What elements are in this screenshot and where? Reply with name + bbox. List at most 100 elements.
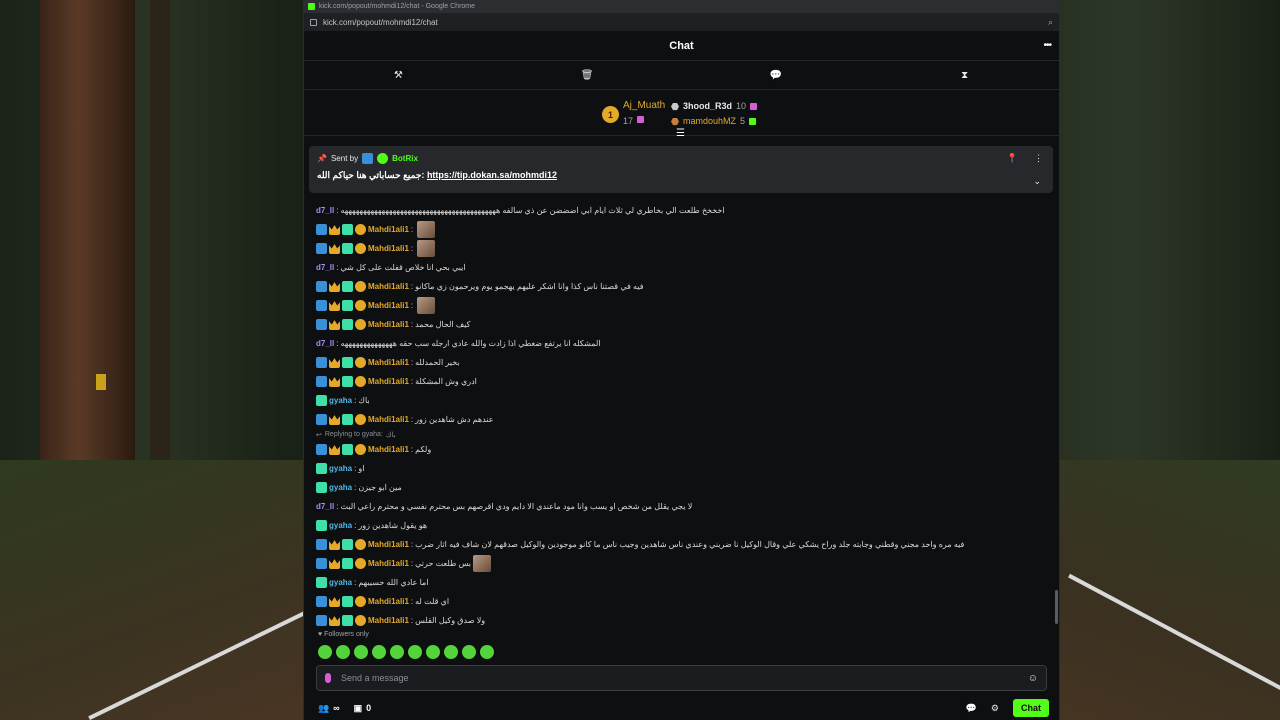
chat-message[interactable]: Mahdi1ali1: فيه مره واحد مجني وقطني وجابت… xyxy=(316,535,1051,554)
message-username[interactable]: gyaha xyxy=(329,483,352,492)
message-username[interactable]: gyaha xyxy=(329,578,352,587)
message-username[interactable]: d7_ll xyxy=(316,502,334,511)
message-input[interactable]: Send a message ☺ xyxy=(316,665,1047,691)
pinned-link[interactable]: https://tip.dokan.sa/mohmdi12 xyxy=(427,170,557,180)
message-username[interactable]: Mahdi1ali1 xyxy=(368,282,409,291)
expand-leaderboard-icon[interactable]: ☰ xyxy=(676,128,685,139)
leaderboard-second-name: 3hood_R3d xyxy=(683,101,733,111)
message-username[interactable]: Mahdi1ali1 xyxy=(368,301,409,310)
chevron-down-icon[interactable]: ⌄ xyxy=(1033,176,1041,187)
emote-icon[interactable] xyxy=(318,645,332,659)
chat-bubble-icon[interactable]: 💬 xyxy=(966,703,977,714)
url-text[interactable]: kick.com/popout/mohmdi12/chat xyxy=(323,18,438,27)
og-badge-icon xyxy=(316,395,327,406)
leaderboard-second[interactable]: 3hood_R3d 10 xyxy=(671,99,758,114)
message-username[interactable]: Mahdi1ali1 xyxy=(368,559,409,568)
more-options-icon[interactable]: ••• xyxy=(1043,40,1051,51)
message-username[interactable]: gyaha xyxy=(329,396,352,405)
message-username[interactable]: d7_ll xyxy=(316,339,334,348)
chat-message[interactable]: Mahdi1ali1: ادري وش المشكلة xyxy=(316,372,1051,391)
message-username[interactable]: Mahdi1ali1 xyxy=(368,445,409,454)
zoom-icon[interactable]: ⌕ xyxy=(1048,17,1053,28)
chat-message[interactable]: gyaha: اما عادي الله حسيبهم xyxy=(316,573,1051,592)
chat-message[interactable]: d7_ll: اخخخخ طلعت الي بخاطري لي ثلاث ايام… xyxy=(316,201,1051,220)
chat-message[interactable]: Mahdi1ali1: بس طلعت حرتي xyxy=(316,554,1051,573)
address-bar[interactable]: kick.com/popout/mohmdi12/chat ⌕ xyxy=(304,13,1059,31)
pin-icon: 📌 xyxy=(317,154,327,163)
message-username[interactable]: gyaha xyxy=(329,521,352,530)
message-username[interactable]: Mahdi1ali1 xyxy=(368,540,409,549)
send-chat-button[interactable]: Chat xyxy=(1013,699,1049,717)
chat-message[interactable]: gyaha: هو يقول شاهدين زور xyxy=(316,516,1051,535)
chat-message[interactable]: gyaha: مين ابو جيزن xyxy=(316,478,1051,497)
chat-message[interactable]: Mahdi1ali1: فيه في قصتنا ناس كذا وانا اشك… xyxy=(316,277,1051,296)
chat-messages: d7_ll: اخخخخ طلعت الي بخاطري لي ثلاث ايام… xyxy=(316,201,1051,630)
leaderboard-third[interactable]: mamdouhMZ 5 xyxy=(671,114,757,129)
message-text: فيه في قصتنا ناس كذا وانا اشكر عليهم يهج… xyxy=(415,282,644,291)
emote-icon[interactable] xyxy=(354,645,368,659)
chat-message[interactable]: Mahdi1ali1: بخير الحمدلله xyxy=(316,353,1051,372)
gear-icon[interactable]: ⚙ xyxy=(991,703,999,714)
kick-favicon-icon xyxy=(308,3,315,10)
colon: : xyxy=(410,358,414,367)
sub-badge-icon xyxy=(355,319,366,330)
emote-icon[interactable] xyxy=(336,645,350,659)
emote-icon[interactable] xyxy=(372,645,386,659)
og-badge-icon xyxy=(342,615,353,626)
chat-message[interactable]: d7_ll: لا يجي يقلل من شخص او يسب وانا مود… xyxy=(316,497,1051,516)
ban-hammer-button[interactable]: ⚒ xyxy=(304,70,493,81)
sent-by-label: Sent by xyxy=(330,154,359,163)
clear-chat-button[interactable]: 🗑 xyxy=(493,70,682,81)
chat-message[interactable]: gyaha: او xyxy=(316,459,1051,478)
store-count[interactable]: ▣ 0 xyxy=(354,703,372,714)
message-username[interactable]: Mahdi1ali1 xyxy=(368,320,409,329)
chat-message[interactable]: d7_ll: ايبي بحي انا خلاص قفلت على كل شي xyxy=(316,258,1051,277)
window-titlebar[interactable]: kick.com/popout/mohmdi12/chat - Google C… xyxy=(304,0,1059,13)
slow-mode-button[interactable]: ⧗ xyxy=(870,70,1059,81)
chat-message[interactable]: gyaha: باك xyxy=(316,391,1051,410)
message-username[interactable]: d7_ll xyxy=(316,206,334,215)
chat-message[interactable]: Mahdi1ali1: كيف الحال محمد xyxy=(316,315,1051,334)
emote-icon[interactable] xyxy=(444,645,458,659)
chat-scrollbar[interactable] xyxy=(1055,590,1058,624)
message-username[interactable]: Mahdi1ali1 xyxy=(368,597,409,606)
site-info-icon[interactable] xyxy=(310,18,317,26)
emoji-picker-icon[interactable]: ☺ xyxy=(1028,673,1038,684)
pinned-more-icon[interactable]: ⋮ xyxy=(1034,153,1043,164)
window-title: kick.com/popout/mohmdi12/chat - Google C… xyxy=(319,3,476,10)
message-username[interactable]: Mahdi1ali1 xyxy=(368,225,409,234)
sub-gift-icon xyxy=(750,103,758,110)
message-username[interactable]: gyaha xyxy=(329,464,352,473)
chat-mode-button[interactable]: 💬 xyxy=(682,70,871,81)
chat-message[interactable]: d7_ll: المشكله انا يرتفع ضغطي اذا زادت وا… xyxy=(316,334,1051,353)
emote-icon[interactable] xyxy=(426,645,440,659)
chat-message[interactable]: Mahdi1ali1: عندهم دش شاهدين زور xyxy=(316,410,1051,429)
emote-icon[interactable] xyxy=(390,645,404,659)
reply-context[interactable]: ↩ Replying to gyaha: باك xyxy=(316,429,1051,440)
emote-icon[interactable] xyxy=(480,645,494,659)
emote-icon[interactable] xyxy=(462,645,476,659)
message-username[interactable]: Mahdi1ali1 xyxy=(368,377,409,386)
microphone-icon[interactable] xyxy=(325,673,331,683)
emote-icon[interactable] xyxy=(408,645,422,659)
hammer-icon: ⚒ xyxy=(393,69,403,81)
chat-message[interactable]: Mahdi1ali1: اي قلت له xyxy=(316,592,1051,611)
unpin-icon[interactable]: 📍 xyxy=(1007,153,1018,164)
pinned-sender-name[interactable]: BotRix xyxy=(392,154,418,163)
leaderboard-first[interactable]: 1 Aj_Muath 17 xyxy=(602,100,665,129)
message-username[interactable]: d7_ll xyxy=(316,263,334,272)
chat-message[interactable]: Mahdi1ali1: xyxy=(316,220,1051,239)
chat-message[interactable]: Mahdi1ali1: ولا صدق وكيل القلس xyxy=(316,611,1051,630)
sub-badge-icon xyxy=(355,224,366,235)
message-username[interactable]: Mahdi1ali1 xyxy=(368,616,409,625)
message-username[interactable]: Mahdi1ali1 xyxy=(368,244,409,253)
tree-trunk-small xyxy=(150,0,170,520)
message-username[interactable]: Mahdi1ali1 xyxy=(368,358,409,367)
chat-message[interactable]: Mahdi1ali1: xyxy=(316,296,1051,315)
chat-header: Chat ••• xyxy=(304,31,1059,61)
chat-message[interactable]: Mahdi1ali1: ولكم xyxy=(316,440,1051,459)
message-username[interactable]: Mahdi1ali1 xyxy=(368,415,409,424)
viewer-count[interactable]: 👥 ∞ xyxy=(318,703,340,714)
chat-message[interactable]: Mahdi1ali1: xyxy=(316,239,1051,258)
leaderboard-first-name: Aj_Muath xyxy=(623,100,666,111)
